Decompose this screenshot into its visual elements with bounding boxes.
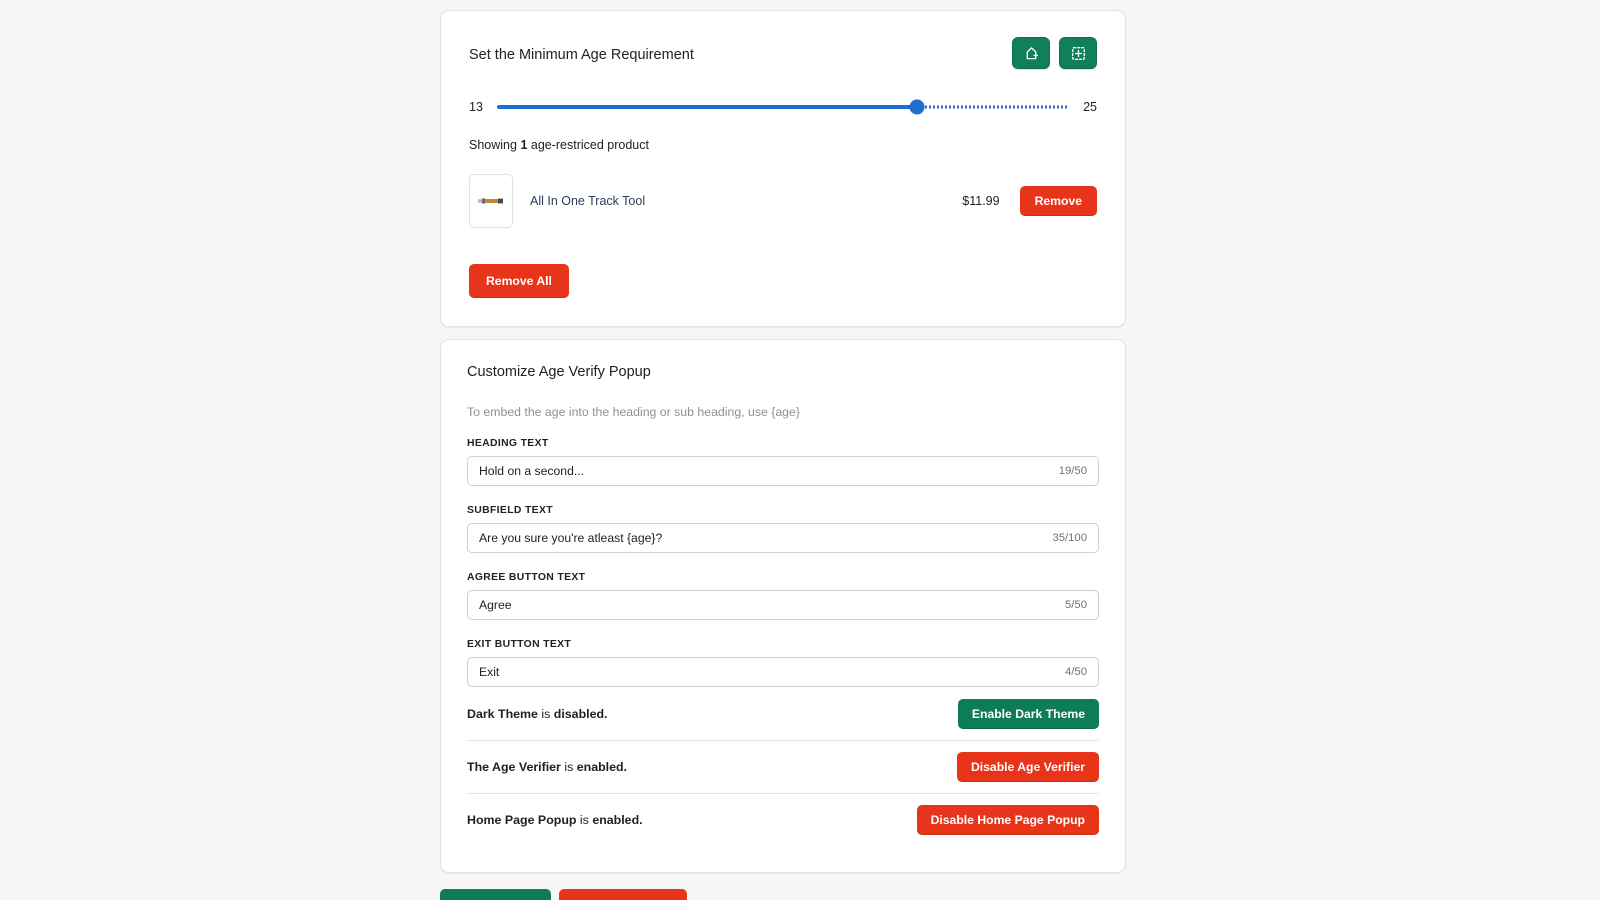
- slider-min-label: 13: [469, 100, 483, 114]
- subfield-text-input[interactable]: [479, 531, 1043, 546]
- minimum-age-header: Set the Minimum Age Requirement: [469, 37, 1097, 69]
- heading-text-input-wrapper[interactable]: 19/50: [467, 456, 1099, 487]
- exit-button-text-input-wrapper[interactable]: 4/50: [467, 657, 1099, 688]
- remove-product-button[interactable]: Remove: [1019, 185, 1097, 217]
- slider-remaining-track: [917, 105, 1069, 109]
- page-title: Set the Minimum Age Requirement: [469, 47, 694, 63]
- field-label: HEADING TEXT: [467, 438, 549, 450]
- app-root: Set the Minimum Age Requirement 13 25 Sh…: [0, 0, 1600, 900]
- home-page-popup-status-verb: is: [576, 813, 593, 828]
- toggle-row-age-verifier: The Age Verifier is enabled. Disable Age…: [467, 740, 1099, 793]
- minimum-age-slider[interactable]: 13 25: [469, 99, 1097, 115]
- product-thumbnail: [469, 174, 513, 228]
- exit-button-text-input[interactable]: [479, 665, 1055, 680]
- slider-filled-track: [497, 105, 918, 109]
- age-verifier-status-name: The Age Verifier: [467, 760, 561, 775]
- save-button[interactable]: Save Changes: [440, 889, 552, 900]
- field-label: EXIT BUTTON TEXT: [467, 639, 572, 651]
- subfield-text-input-wrapper[interactable]: 35/100: [467, 523, 1099, 554]
- age-verifier-status-verb: is: [560, 760, 577, 775]
- enable-dark-theme-button[interactable]: Enable Dark Theme: [957, 698, 1099, 729]
- status-badge: enabled.: [592, 813, 643, 828]
- field-heading-text: HEADING TEXT 19/50: [467, 438, 1099, 487]
- minimum-age-card: Set the Minimum Age Requirement 13 25 Sh…: [440, 10, 1126, 328]
- disable-home-page-popup-button[interactable]: Disable Home Page Popup: [916, 805, 1099, 836]
- field-agree-button-text: AGREE BUTTON TEXT 5/50: [467, 572, 1099, 621]
- field-subfield-text: SUBFIELD TEXT 35/100: [467, 505, 1099, 554]
- discard-button[interactable]: Discard Changes: [559, 889, 687, 900]
- status-badge: enabled.: [576, 760, 627, 775]
- toggle-row-home-page-popup: Home Page Popup is enabled. Disable Home…: [467, 793, 1099, 846]
- field-exit-button-text: EXIT BUTTON TEXT 4/50: [467, 639, 1099, 688]
- subfield-text-counter: 35/100: [1052, 532, 1087, 545]
- heading-text-input[interactable]: [479, 464, 1049, 479]
- showing-suffix: age-restriced product: [527, 138, 649, 152]
- tag-add-icon-button[interactable]: [1012, 37, 1050, 69]
- age-verifier-status: The Age Verifier is enabled.: [467, 760, 627, 774]
- dark-theme-status-name: Dark Theme: [467, 706, 538, 721]
- header-icon-buttons: [1012, 37, 1097, 69]
- product-name[interactable]: All In One Track Tool: [530, 194, 962, 208]
- product-price: $11.99: [962, 194, 1000, 208]
- select-area-icon: [1070, 45, 1087, 62]
- home-page-popup-status: Home Page Popup is enabled.: [467, 813, 643, 827]
- dark-theme-status-verb: is: [537, 706, 554, 721]
- tag-add-icon: [1023, 45, 1040, 62]
- agree-button-text-input[interactable]: [479, 598, 1055, 613]
- slider-max-label: 25: [1083, 100, 1097, 114]
- status-badge: disabled.: [553, 706, 608, 721]
- customize-popup-card: Customize Age Verify Popup To embed the …: [440, 339, 1126, 874]
- showing-count-text: Showing 1 age-restriced product: [469, 138, 1097, 152]
- select-area-icon-button[interactable]: [1059, 37, 1097, 69]
- slider-thumb[interactable]: [909, 99, 925, 115]
- dark-theme-status: Dark Theme is disabled.: [467, 707, 608, 721]
- customize-popup-title: Customize Age Verify Popup: [467, 364, 651, 381]
- remove-all-button[interactable]: Remove All: [469, 264, 569, 299]
- agree-button-text-input-wrapper[interactable]: 5/50: [467, 590, 1099, 621]
- home-page-popup-status-name: Home Page Popup: [467, 813, 577, 828]
- field-label: AGREE BUTTON TEXT: [467, 572, 586, 584]
- customize-popup-subtitle: To embed the age into the heading or sub…: [467, 405, 800, 420]
- table-row: All In One Track Tool $11.99 Remove: [469, 174, 1097, 228]
- exit-button-text-counter: 4/50: [1065, 666, 1087, 679]
- toggle-row-dark-theme: Dark Theme is disabled. Enable Dark Them…: [467, 687, 1099, 740]
- track-tool-image: [478, 198, 503, 204]
- disable-age-verifier-button[interactable]: Disable Age Verifier: [956, 752, 1099, 783]
- settings-column: Set the Minimum Age Requirement 13 25 Sh…: [440, 10, 1126, 900]
- field-label: SUBFIELD TEXT: [467, 505, 553, 517]
- footer-actions: Save Changes Discard Changes: [440, 889, 1126, 900]
- agree-button-text-counter: 5/50: [1065, 599, 1087, 612]
- slider-track[interactable]: [497, 99, 1069, 115]
- showing-prefix: Showing: [469, 138, 521, 152]
- heading-text-counter: 19/50: [1058, 465, 1087, 478]
